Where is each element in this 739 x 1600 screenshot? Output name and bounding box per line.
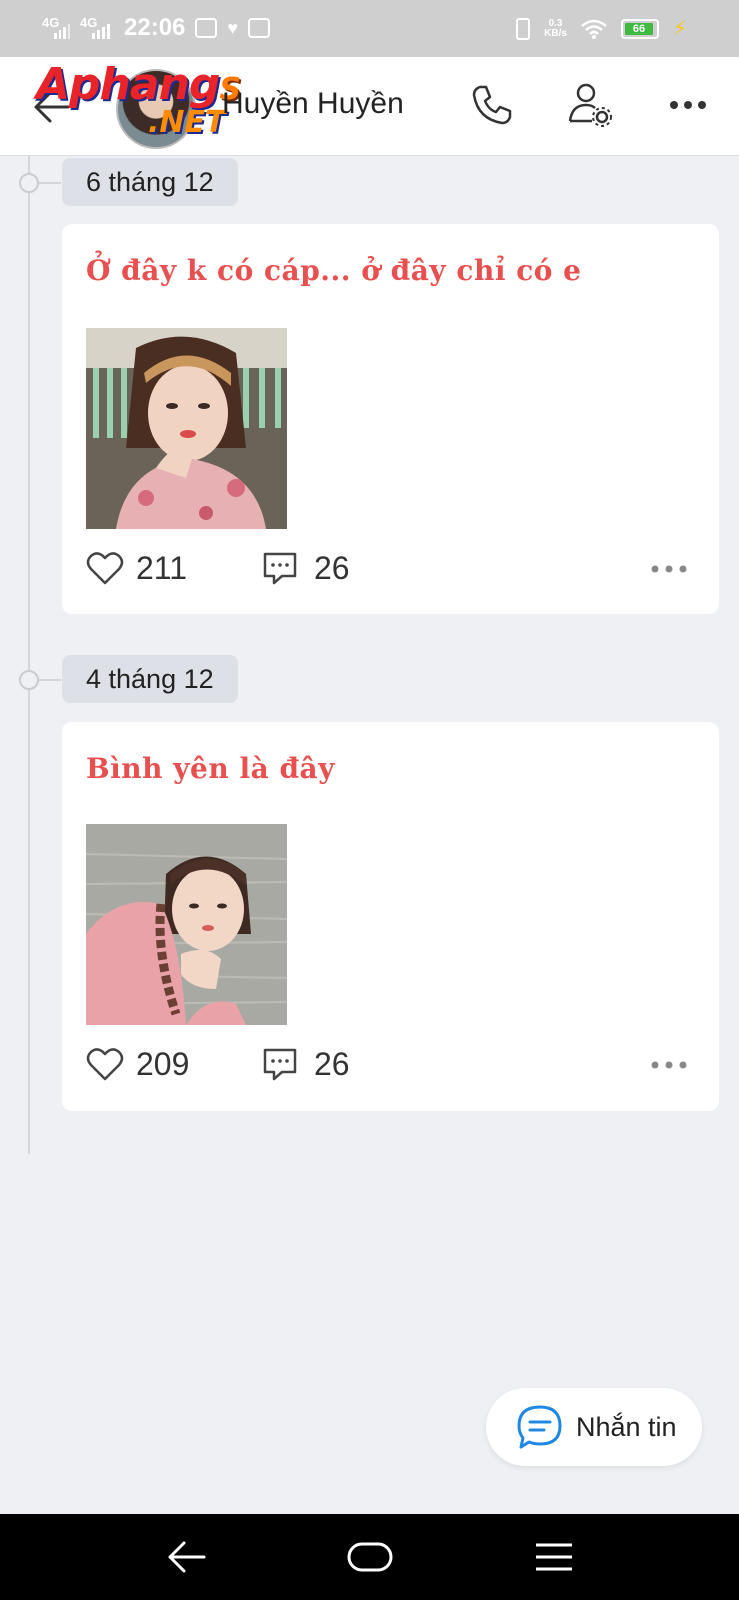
send-message-button[interactable]: Nhắn tin: [486, 1388, 702, 1466]
logo-text: Aphang: [36, 59, 220, 110]
heart-notification-icon: ♥: [227, 17, 239, 38]
clock: 22:06: [124, 14, 186, 41]
post-text: Ở đây k có cáp... ở đây chỉ có e: [86, 254, 582, 287]
watermark-logo: AphangS: [36, 59, 241, 110]
post-photo[interactable]: [86, 328, 287, 529]
post-card[interactable]: Bình yên là đây 209 26: [62, 722, 719, 1111]
system-nav-bar: [0, 1514, 739, 1600]
post-actions: 211 26: [86, 546, 696, 590]
comment-count: 26: [314, 1046, 350, 1082]
timeline-dot: [19, 173, 39, 193]
timeline-line: [28, 156, 30, 1154]
network-type-2: 4G: [80, 15, 98, 30]
nav-back-icon[interactable]: [162, 1534, 210, 1580]
battery-level: 66: [624, 22, 653, 35]
cell-signal-2-icon: 4G: [80, 15, 110, 39]
charging-icon: ⚡: [672, 18, 687, 40]
speed-unit: KB/s: [544, 27, 567, 39]
nav-home-icon[interactable]: [346, 1534, 394, 1580]
cell-signal-1-icon: 4G: [42, 15, 70, 39]
gallery-notification-icon: [248, 18, 271, 38]
timeline-dot: [19, 670, 39, 690]
post-actions: 209 26: [86, 1042, 696, 1086]
status-bar: 4G 4G 22:06 ♥ 0.3 KB/s 66 ⚡: [0, 0, 739, 57]
profile-header: AphangS .NET Huyền Huyền: [0, 57, 739, 156]
post-more-icon[interactable]: [650, 1060, 688, 1070]
notification-app-icon: [195, 18, 218, 38]
post-date: 6 tháng 12: [62, 158, 238, 206]
profile-name: Huyền Huyền: [222, 87, 404, 120]
comment-icon[interactable]: [262, 550, 298, 586]
comment-icon[interactable]: [262, 1046, 298, 1082]
post-photo[interactable]: [86, 824, 287, 1025]
post-text: Bình yên là đây: [86, 752, 335, 785]
logo-net: .NET: [148, 105, 226, 140]
vibrate-icon: [516, 17, 531, 40]
like-count: 209: [136, 1046, 190, 1082]
post-more-icon[interactable]: [650, 564, 688, 574]
phone-icon[interactable]: [468, 81, 516, 129]
post-date: 4 tháng 12: [62, 655, 238, 703]
timeline-connector: [39, 182, 61, 184]
post-card[interactable]: Ở đây k có cáp... ở đây chỉ có e 211 26: [62, 224, 719, 614]
network-speed: 0.3 KB/s: [544, 18, 567, 39]
heart-icon[interactable]: [86, 550, 124, 586]
send-message-label: Nhắn tin: [576, 1412, 677, 1442]
more-icon[interactable]: [664, 81, 712, 129]
wifi-icon: [581, 19, 607, 39]
comment-count: 26: [314, 550, 350, 586]
nav-menu-icon[interactable]: [530, 1534, 578, 1580]
network-type-1: 4G: [42, 15, 60, 30]
timeline-connector: [39, 679, 61, 681]
like-count: 211: [136, 550, 188, 586]
chat-bubble-icon: [517, 1405, 562, 1449]
heart-icon[interactable]: [86, 1046, 124, 1082]
user-settings-icon[interactable]: [566, 81, 614, 129]
battery-icon: 66: [620, 18, 659, 39]
